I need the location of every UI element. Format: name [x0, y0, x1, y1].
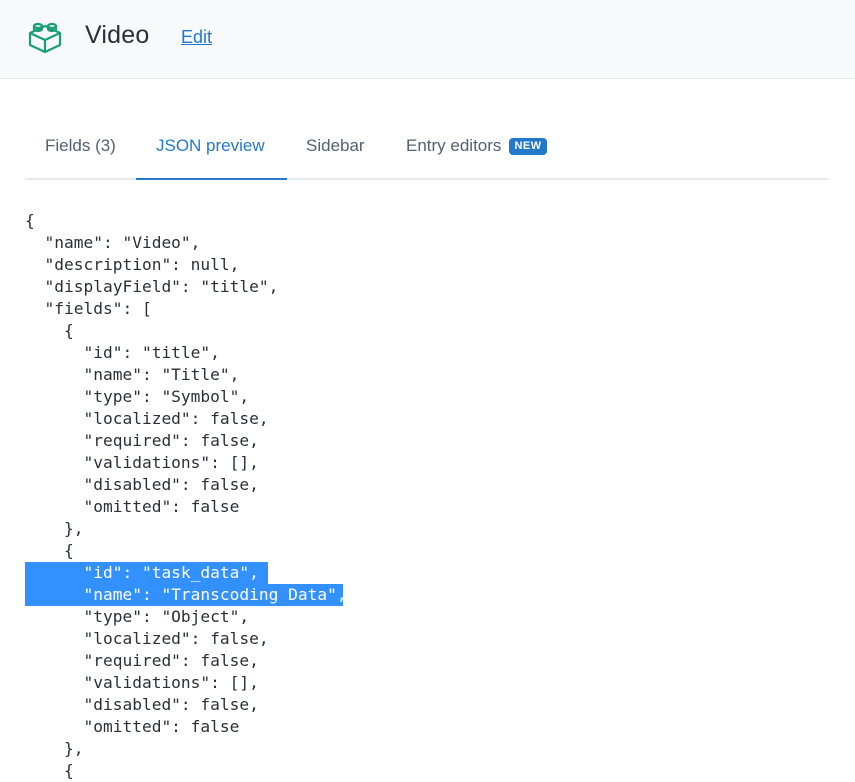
tab-label: Entry editors — [406, 136, 502, 155]
json-line: "localized": false, — [25, 629, 269, 648]
json-line: "name": "Title", — [25, 365, 240, 384]
json-line: "disabled": false, — [25, 695, 259, 714]
json-line: "localized": false, — [25, 409, 269, 428]
content-type-icon — [28, 22, 62, 54]
json-line: }, — [25, 519, 84, 538]
json-line: "name": "Video", — [25, 233, 201, 252]
json-line: { — [25, 761, 74, 780]
tab-json-preview[interactable]: JSON preview — [136, 126, 287, 180]
json-line: "description": null, — [25, 255, 240, 274]
tab-label: Fields (3) — [45, 136, 116, 155]
json-line: "fields": [ — [25, 299, 152, 318]
new-badge: NEW — [509, 138, 547, 155]
json-preview[interactable]: { "name": "Video", "description": null, … — [25, 210, 835, 782]
content-type-header: Video Edit — [0, 0, 855, 79]
json-line: "displayField": "title", — [25, 277, 279, 296]
json-line-selected: "id": "task_data", — [25, 562, 268, 584]
tab-label: JSON preview — [156, 136, 265, 155]
tab-label: Sidebar — [306, 136, 365, 155]
json-line: "required": false, — [25, 651, 259, 670]
json-line: "disabled": false, — [25, 475, 259, 494]
json-line: "type": "Symbol", — [25, 387, 250, 406]
json-line: "validations": [], — [25, 673, 259, 692]
json-line-selected: "name": "Transcoding Data", — [25, 584, 347, 606]
json-line: "type": "Object", — [25, 607, 250, 626]
json-line: "validations": [], — [25, 453, 259, 472]
json-line: "id": "title", — [25, 343, 220, 362]
json-line: "required": false, — [25, 431, 259, 450]
json-line: { — [25, 541, 74, 560]
page-title: Video — [85, 21, 150, 49]
json-line: { — [25, 211, 35, 230]
edit-link[interactable]: Edit — [181, 27, 212, 48]
json-line: "omitted": false — [25, 717, 240, 736]
tab-fields[interactable]: Fields (3) — [45, 126, 145, 180]
tab-sidebar[interactable]: Sidebar — [306, 126, 386, 180]
json-line: { — [25, 321, 74, 340]
json-line: "omitted": false — [25, 497, 240, 516]
tab-entry-editors[interactable]: Entry editors NEW — [406, 126, 581, 180]
tab-bar: Fields (3) JSON preview Sidebar Entry ed… — [25, 126, 829, 180]
json-line: }, — [25, 739, 84, 758]
